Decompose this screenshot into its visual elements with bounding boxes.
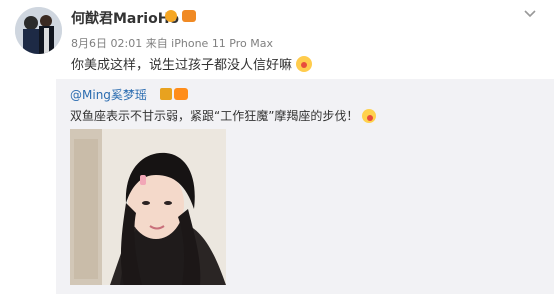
post-meta: 8月6日 02:01 来自 iPhone 11 Pro Max <box>71 37 273 50</box>
verified-badge-icon <box>165 10 177 22</box>
kiss-emoji-icon <box>296 56 313 72</box>
chevron-down-icon[interactable] <box>522 6 538 22</box>
post-text-content: 你美成这样，说生过孩子都没人信好嘛 <box>71 58 293 73</box>
vip-badge-icon <box>174 88 188 100</box>
avatar[interactable] <box>15 7 62 54</box>
repost-user-link[interactable]: @Ming奚梦瑶 <box>70 86 147 103</box>
smile-emoji-icon <box>362 109 377 123</box>
repost-card[interactable]: @Ming奚梦瑶 双鱼座表示不甘示弱，紧跟“工作狂魔”摩羯座的步伐！ <box>56 79 554 294</box>
repost-text: 双鱼座表示不甘示弱，紧跟“工作狂魔”摩羯座的步伐！ <box>70 107 377 124</box>
repost-text-content: 双鱼座表示不甘示弱，紧跟“工作狂魔”摩羯座的步伐！ <box>70 109 359 123</box>
post-photo[interactable] <box>70 129 226 285</box>
post-text: 你美成这样，说生过孩子都没人信好嘛 <box>71 54 313 73</box>
author-name[interactable]: 何猷君MarioHo <box>71 8 179 28</box>
vip-badge-icon <box>182 10 196 22</box>
verified-badge-icon <box>160 88 172 100</box>
